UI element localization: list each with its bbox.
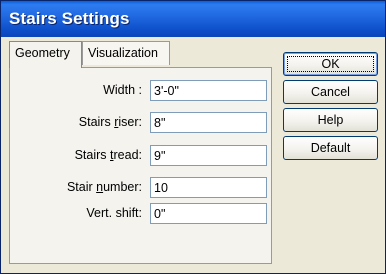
stairs-riser-label: Stairs riser: [16,115,142,129]
stair-number-label-pre: Stair [66,180,97,194]
stairs-tread-label-pre: Stairs [74,148,111,162]
cancel-button[interactable]: Cancel [283,80,378,104]
stairs-riser-input[interactable] [150,112,267,133]
stair-number-label-post: umber: [103,180,142,194]
tab-geometry[interactable]: Geometry [9,41,82,68]
title-bar: Stairs Settings [1,1,385,37]
geometry-panel: Width : Stairs riser: Stairs tread: Stai… [9,67,272,264]
width-label: Width : [103,83,142,97]
stairs-settings-dialog: Stairs Settings Geometry Visualization W… [0,0,386,274]
ok-button[interactable]: OK [283,52,378,76]
stairs-tread-label: Stairs tread: [16,148,142,162]
ok-button-label: OK [321,57,340,71]
stairs-riser-label-post: iser: [118,115,142,129]
vert-shift-input[interactable] [150,203,267,224]
stairs-tread-label-post: read: [113,148,143,162]
default-button[interactable]: Default [283,136,378,160]
stairs-riser-label-pre: Stairs [78,115,115,129]
stair-number-label: Stair number: [16,180,142,194]
width-input[interactable] [150,80,267,101]
stairs-tread-input[interactable] [150,145,267,166]
tab-visualization[interactable]: Visualization [82,41,170,65]
window-title: Stairs Settings [9,9,130,28]
help-button[interactable]: Help [283,108,378,132]
vert-shift-label: Vert. shift: [86,206,142,220]
stair-number-input[interactable] [150,177,267,198]
